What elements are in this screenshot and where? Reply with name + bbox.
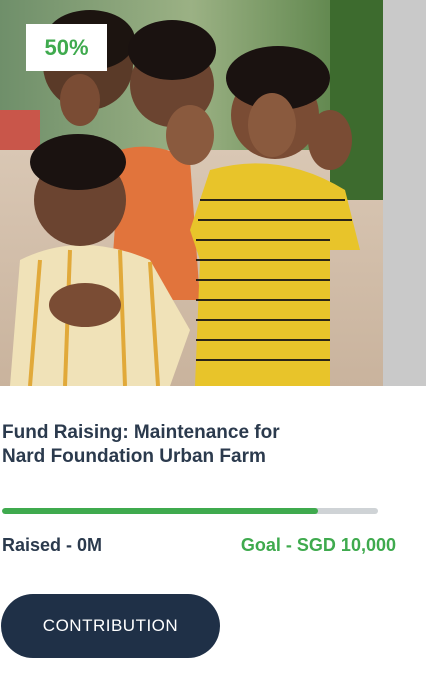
campaign-photo: 50% xyxy=(0,0,383,386)
campaign-title-line2: Nard Foundation Urban Farm xyxy=(2,445,266,467)
progress-bar-fill xyxy=(2,508,318,514)
progress-bar xyxy=(2,508,378,514)
side-strip xyxy=(383,0,426,386)
campaign-title-line1: Fund Raising: Maintenance for xyxy=(2,422,280,443)
progress-percent-badge: 50% xyxy=(26,24,107,71)
campaign-card: 50% Fund Raising: Maintenance for Nard F… xyxy=(0,0,426,685)
campaign-title: Fund Raising: Maintenance for Nard Found… xyxy=(2,421,362,469)
raised-amount: Raised - 0M xyxy=(2,535,103,555)
goal-amount: Goal - SGD 10,000 xyxy=(240,535,396,555)
contribution-button[interactable]: CONTRIBUTION xyxy=(1,594,220,658)
